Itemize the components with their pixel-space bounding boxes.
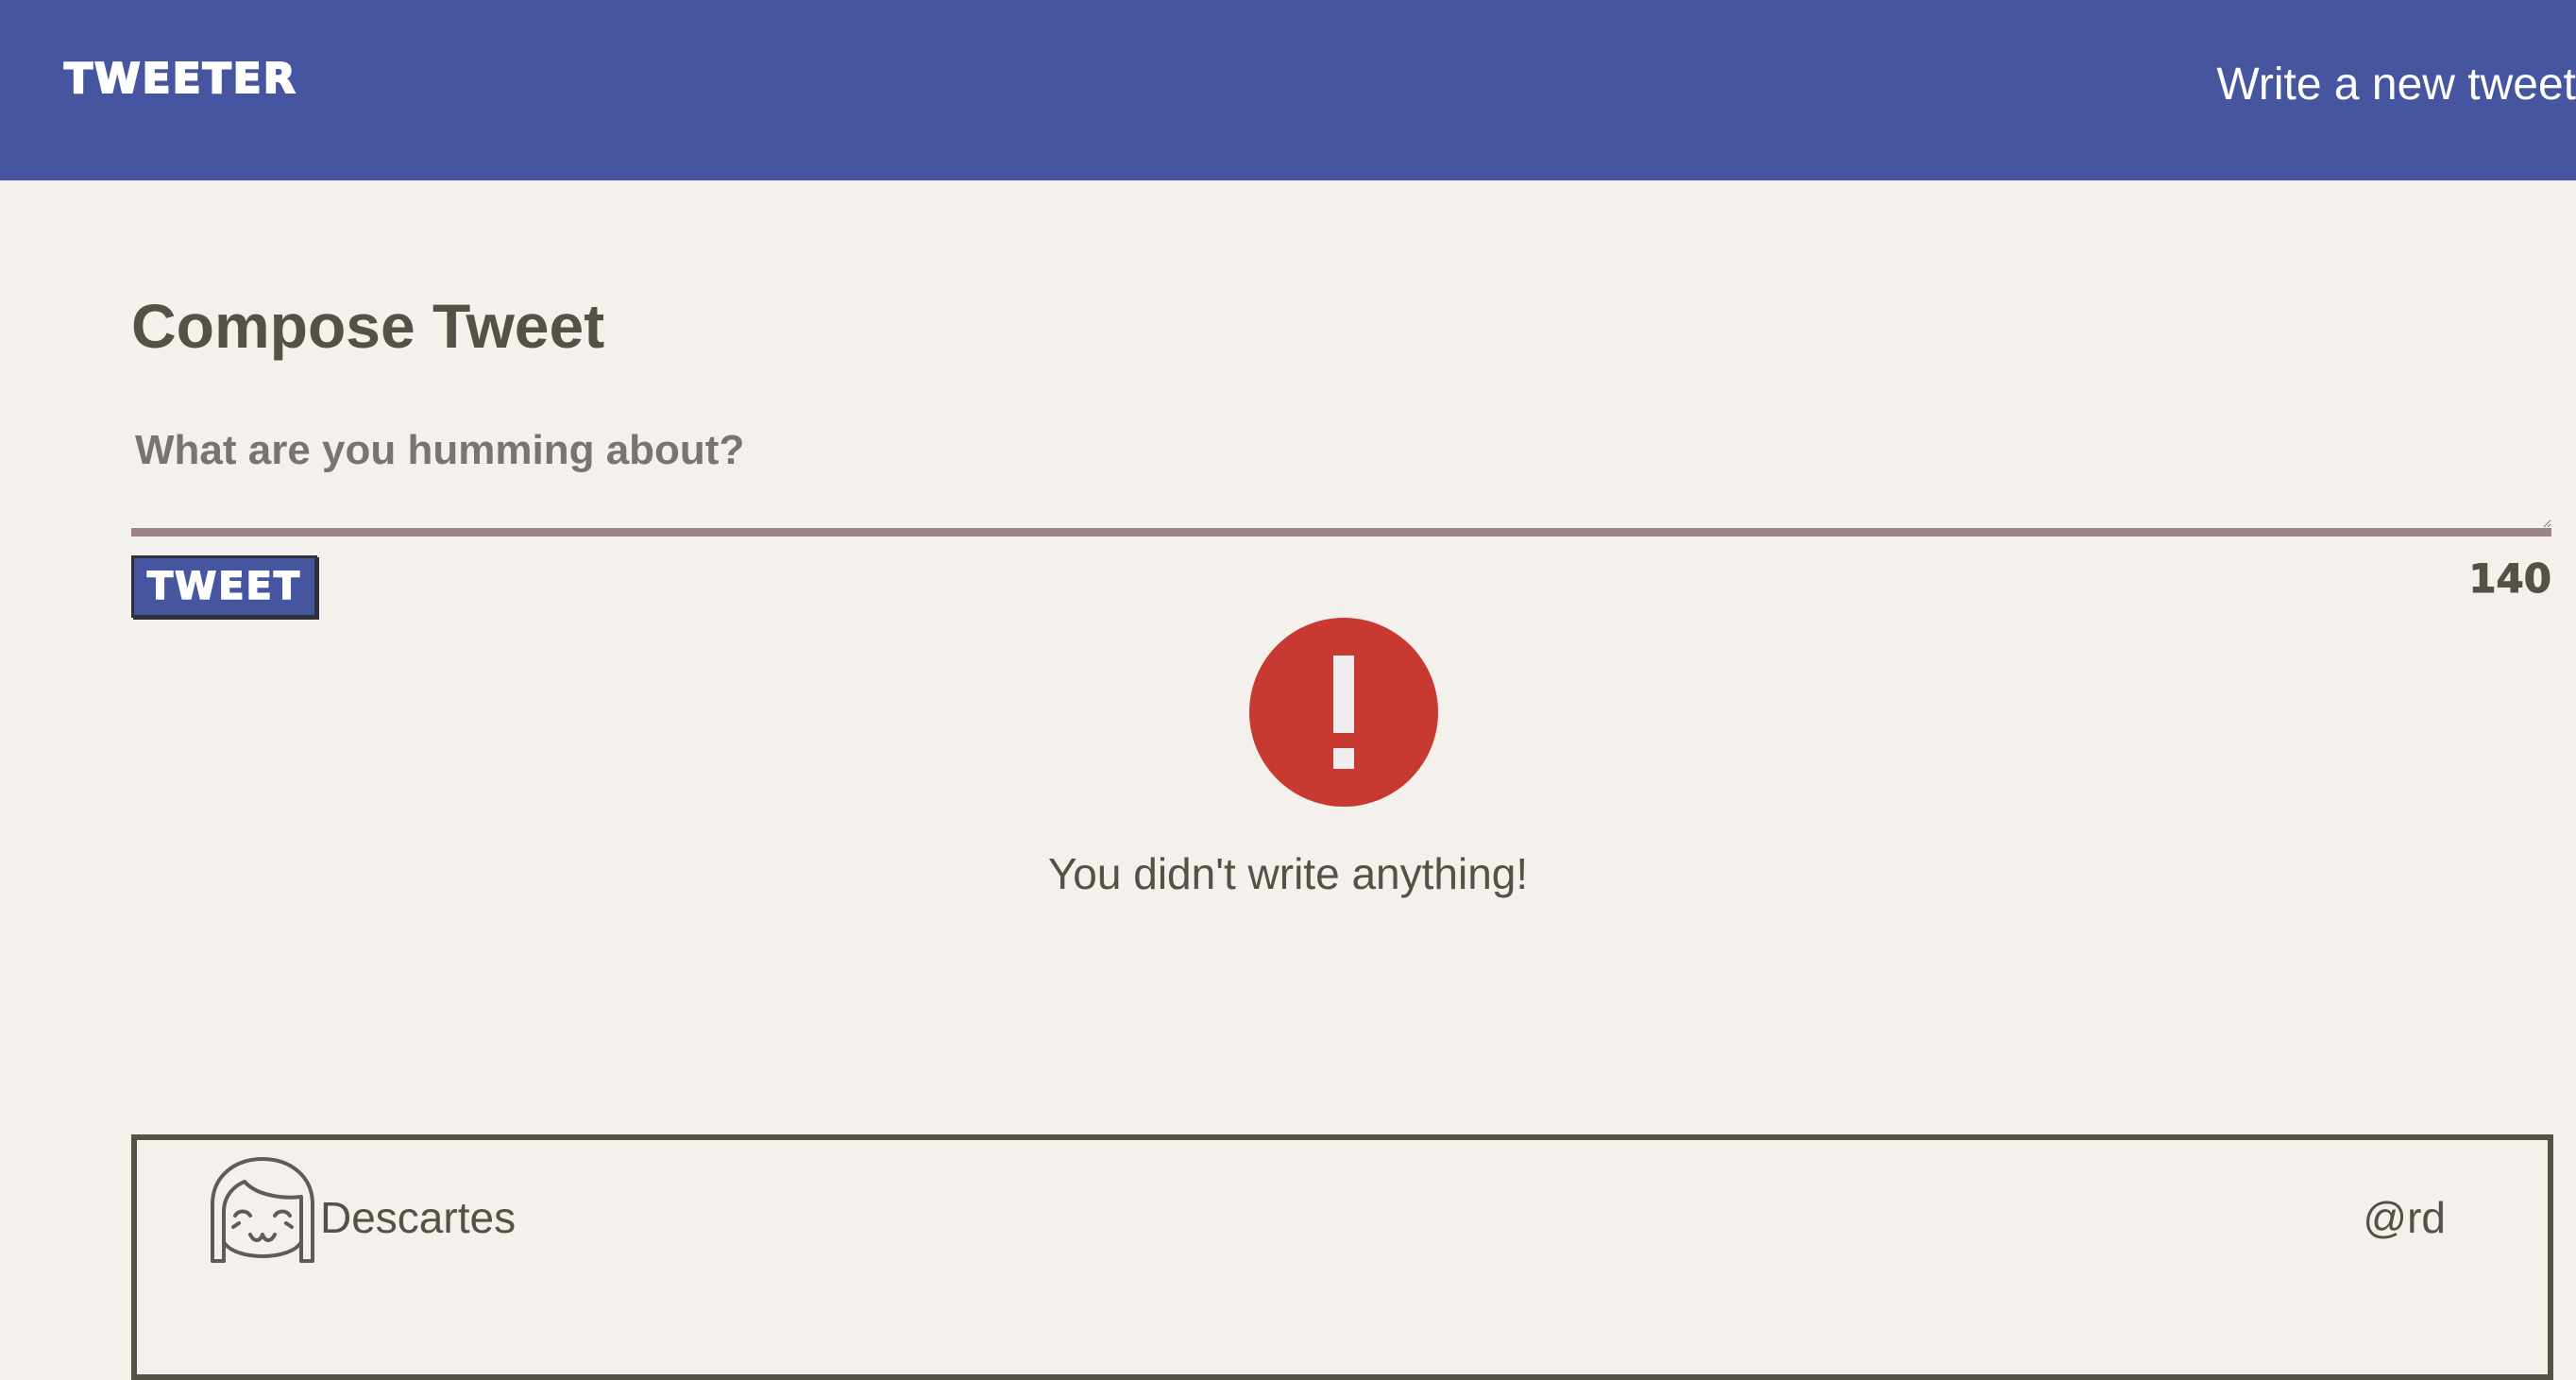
exclamation-dot [1333,748,1354,769]
top-navbar: TWEETER Write a new tweet [0,0,2576,180]
tweet-author-name: Descartes [320,1193,517,1242]
tweet-card: Descartes @rd [131,1134,2553,1380]
exclamation-bar [1333,656,1354,733]
compose-form: TWEET 140 [131,416,2551,618]
tweet-button[interactable]: TWEET [131,555,317,618]
write-new-tweet-link[interactable]: Write a new tweet [2216,59,2576,111]
tweet-textarea[interactable] [131,416,2551,537]
char-counter: 140 [2468,555,2552,603]
exclamation-icon [1249,618,1438,807]
compose-title: Compose Tweet [131,291,605,361]
brand-logo[interactable]: TWEETER [63,54,297,104]
error-message: You didn't write anything! [1047,849,1529,898]
avatar-face-icon [211,1157,314,1263]
tweet-author-handle: @rd [2363,1193,2446,1242]
